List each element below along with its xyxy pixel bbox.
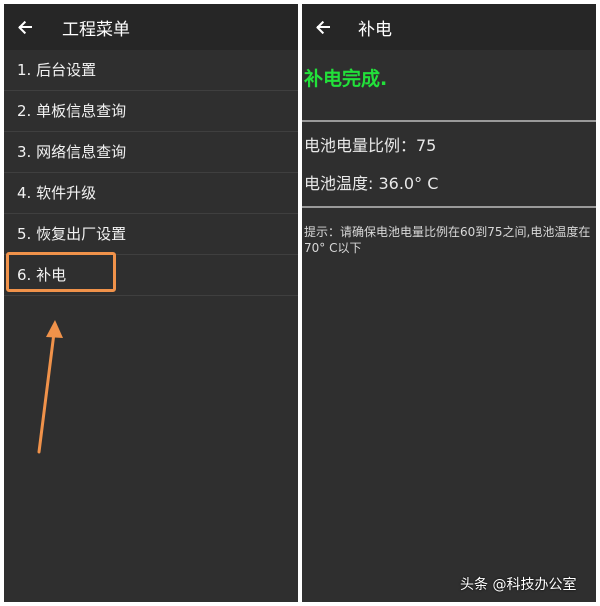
back-arrow-icon[interactable]: [316, 20, 330, 35]
battery-temperature: 电池温度: 36.0° C: [304, 174, 439, 193]
hint-text: 提示：请确保电池电量比例在60到75之间,电池温度在70° C以下: [304, 225, 591, 255]
page-title: 补电: [358, 19, 392, 40]
recharge-panel: 补电 补电完成. 电池电量比例：75 电池温度: 36.0° C 提示：请确保电…: [302, 4, 596, 602]
app-bar: 补电: [302, 4, 596, 50]
watermark: 头条 @科技办公室: [460, 577, 577, 593]
battery-level-ratio: 电池电量比例：75: [304, 136, 437, 155]
recharge-complete-status: 补电完成.: [304, 68, 388, 90]
